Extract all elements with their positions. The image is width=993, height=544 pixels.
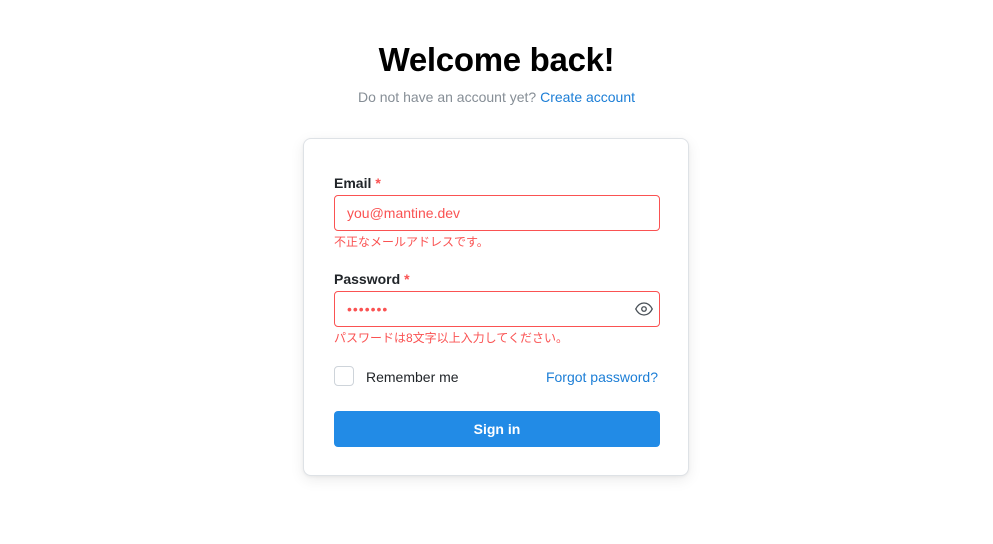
page-title: Welcome back!: [378, 41, 615, 78]
login-card: Email* 不正なメールアドレスです。 Password* ••••••• パ…: [303, 138, 689, 476]
password-masked-value: •••••••: [347, 301, 389, 317]
email-error: 不正なメールアドレスです。: [334, 235, 489, 249]
password-input[interactable]: •••••••: [334, 291, 660, 327]
email-label: Email *: [334, 174, 381, 192]
remember-me-label[interactable]: Remember me: [366, 368, 459, 386]
forgot-password-link[interactable]: Forgot password?: [546, 368, 658, 386]
password-label-text: Password: [334, 271, 401, 287]
login-page: Welcome back! Do not have an account yet…: [0, 0, 993, 544]
email-required-mark: *: [375, 175, 381, 191]
remember-me-checkbox[interactable]: [334, 366, 354, 386]
password-required-mark: *: [404, 271, 410, 287]
eye-icon[interactable]: [635, 301, 653, 317]
email-label-text: Email: [334, 175, 372, 191]
create-account-link[interactable]: Create account: [540, 89, 635, 105]
password-error: パスワードは8文字以上入力してください。: [334, 331, 568, 345]
password-label: Password *: [334, 270, 410, 288]
email-input[interactable]: [334, 195, 660, 231]
sign-in-button[interactable]: Sign in: [334, 411, 660, 447]
page-subtitle: Do not have an account yet? Create accou…: [0, 88, 993, 106]
subtitle-text: Do not have an account yet?: [357, 89, 537, 105]
